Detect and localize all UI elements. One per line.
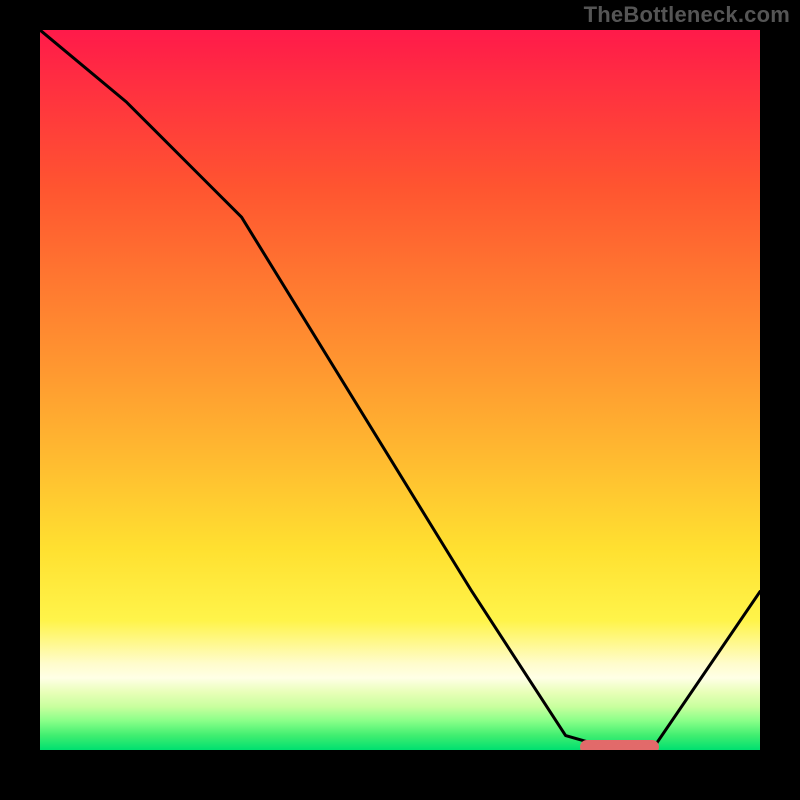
bottleneck-curve bbox=[40, 30, 760, 750]
watermark-text: TheBottleneck.com bbox=[584, 2, 790, 28]
optimal-region-marker bbox=[580, 740, 659, 750]
plot-area bbox=[40, 30, 760, 750]
